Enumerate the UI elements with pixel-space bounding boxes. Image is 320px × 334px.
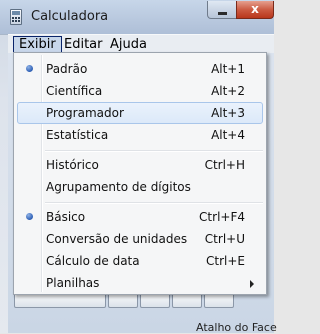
menu-option-planilhas[interactable]: Planilhas: [17, 272, 263, 294]
window-title: Calculadora: [31, 9, 109, 24]
close-button[interactable]: x: [236, 1, 274, 19]
calculator-app-icon: [10, 9, 22, 25]
menu-option-shortcut: Alt+3: [211, 106, 245, 120]
menu-option-label: Conversão de unidades: [46, 232, 188, 246]
minimize-button[interactable]: [207, 1, 237, 19]
menu-option-label: Estatística: [46, 128, 109, 142]
close-icon: x: [251, 2, 259, 16]
menu-option-historico[interactable]: Histórico Ctrl+H: [17, 154, 263, 176]
menu-option-shortcut: Ctrl+E: [206, 254, 245, 268]
menu-option-shortcut: Alt+4: [211, 128, 245, 142]
menu-ajuda[interactable]: Ajuda: [105, 36, 152, 53]
menu-option-label: Planilhas: [46, 276, 100, 290]
menu-option-programador[interactable]: Programador Alt+3: [17, 102, 263, 124]
menu-option-shortcut: Alt+1: [211, 62, 245, 76]
menu-option-label: Básico: [46, 210, 86, 224]
menu-option-estatistica[interactable]: Estatística Alt+4: [17, 124, 263, 146]
menu-option-padrao[interactable]: Padrão Alt+1: [17, 58, 263, 80]
menu-option-shortcut: Ctrl+H: [204, 158, 245, 172]
menu-editar[interactable]: Editar: [59, 36, 108, 53]
background-text: Atalho do Face: [196, 321, 277, 334]
radio-selected-icon: [26, 65, 33, 72]
menu-option-agrupamento-de-digitos[interactable]: Agrupamento de dígitos: [17, 176, 263, 198]
menu-option-cientifica[interactable]: Científica Alt+2: [17, 80, 263, 102]
menu-option-label: Agrupamento de dígitos: [46, 180, 191, 194]
menu-option-label: Cálculo de data: [46, 254, 140, 268]
minimize-icon: [218, 12, 227, 15]
radio-selected-icon: [26, 213, 33, 220]
submenu-arrow-icon: [250, 280, 254, 288]
menu-option-shortcut: Alt+2: [211, 84, 245, 98]
title-bar[interactable]: Calculadora x: [0, 0, 274, 35]
menu-exibir[interactable]: Exibir: [13, 36, 62, 53]
menu-option-label: Programador: [46, 106, 124, 120]
menu-option-label: Científica: [46, 84, 103, 98]
calculator-window: Calculadora x Exibir Editar Ajuda Atalho…: [0, 0, 277, 334]
menu-option-basico[interactable]: Básico Ctrl+F4: [17, 206, 263, 228]
menu-option-label: Padrão: [46, 62, 88, 76]
menu-option-shortcut: Ctrl+U: [204, 232, 245, 246]
menu-option-label: Histórico: [46, 158, 99, 172]
view-menu-dropdown: Padrão Alt+1 Científica Alt+2 Programado…: [13, 52, 267, 295]
menu-option-shortcut: Ctrl+F4: [199, 210, 245, 224]
menu-option-conversao-de-unidades[interactable]: Conversão de unidades Ctrl+U: [17, 228, 263, 250]
menu-bar: Exibir Editar Ajuda: [8, 34, 274, 54]
menu-separator: [45, 150, 263, 152]
menu-separator: [45, 202, 263, 204]
menu-option-calculo-de-data[interactable]: Cálculo de data Ctrl+E: [17, 250, 263, 272]
